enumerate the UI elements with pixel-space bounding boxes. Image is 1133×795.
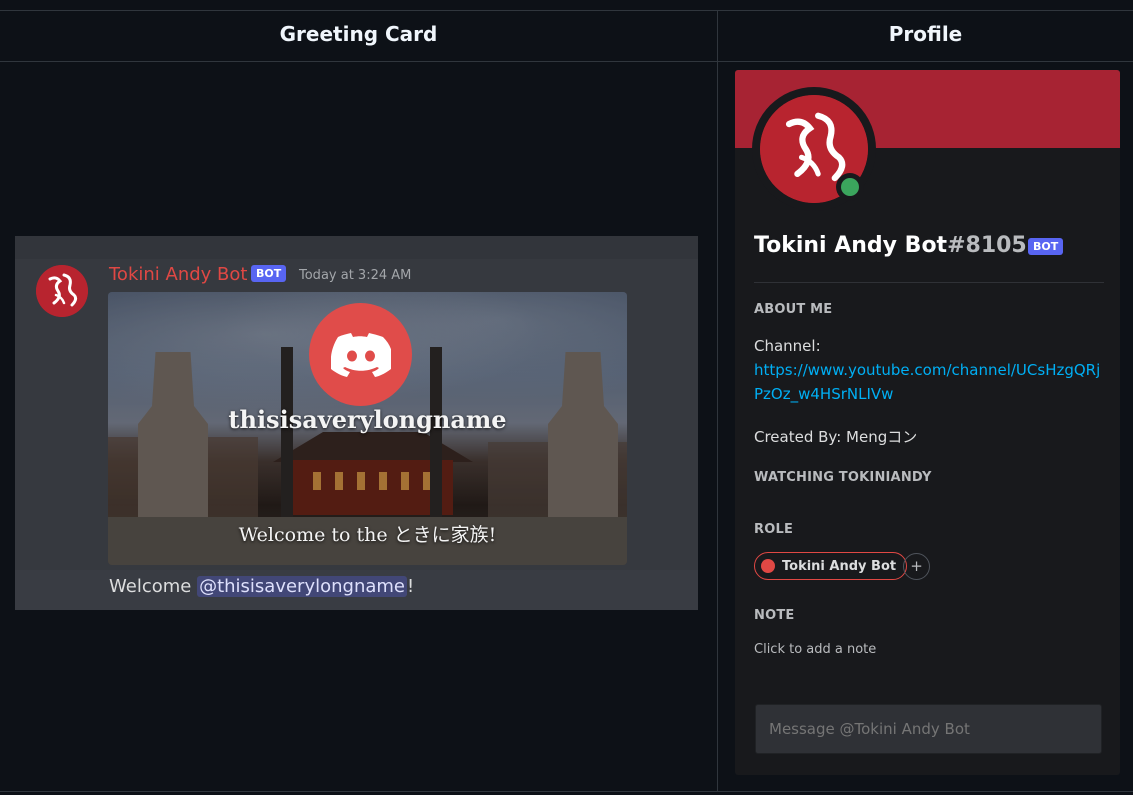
message-input[interactable]	[755, 704, 1102, 754]
profile-username: Tokini Andy Bot#8105	[754, 233, 1027, 258]
role-pill[interactable]: Tokini Andy Bot	[754, 552, 908, 580]
message-avatar[interactable]	[36, 265, 88, 317]
message-text-suffix: !	[407, 576, 415, 597]
message-timestamp: Today at 3:24 AM	[299, 268, 412, 283]
activity-title: WATCHING TOKINIANDY	[754, 470, 932, 485]
message-top-band	[15, 236, 698, 259]
table-header-border	[0, 61, 1133, 62]
online-status-icon	[841, 178, 859, 196]
message-author[interactable]: Tokini Andy Bot	[109, 264, 247, 285]
message-text: Welcome @thisisaverylongname!	[109, 576, 414, 597]
table-column-divider	[717, 10, 718, 791]
message-text-prefix: Welcome	[109, 576, 198, 597]
channel-link[interactable]: https://www.youtube.com/channel/UCsHzgQR…	[754, 358, 1104, 406]
chat-message: Tokini Andy Bot BOT Today at 3:24 AM thi…	[15, 236, 698, 610]
profile-discriminator: #8105	[947, 233, 1027, 258]
profile-divider	[754, 282, 1104, 283]
tokini-andy-logo-icon	[36, 265, 88, 317]
table-bottom-border	[0, 791, 1133, 792]
column-header-profile: Profile	[888, 22, 963, 46]
role-title: ROLE	[754, 522, 794, 537]
note-field[interactable]: Click to add a note	[754, 642, 876, 657]
role-name: Tokini Andy Bot	[782, 558, 897, 574]
user-mention[interactable]: @thisisaverylongname	[197, 576, 407, 597]
profile-bot-badge: BOT	[1028, 238, 1064, 255]
role-color-icon	[761, 559, 775, 573]
created-by-text: Created By: Mengコン	[754, 428, 918, 446]
card-welcome-text: Welcome to the ときに家族!	[238, 524, 497, 546]
about-me-title: ABOUT ME	[754, 302, 833, 317]
table-top-border	[0, 10, 1133, 11]
about-channel-label: Channel:	[754, 337, 821, 355]
bot-badge: BOT	[251, 265, 287, 282]
discord-logo-icon	[309, 303, 412, 406]
note-title: NOTE	[754, 608, 795, 623]
greeting-card-image[interactable]: thisisaverylongname Welcome to the ときに家族…	[108, 292, 627, 565]
profile-name-text: Tokini Andy Bot	[754, 233, 948, 258]
card-username: thisisaverylongname	[228, 405, 507, 434]
column-header-greeting-card: Greeting Card	[279, 22, 438, 46]
user-profile-popout: Tokini Andy Bot#8105 BOT ABOUT ME Channe…	[735, 70, 1120, 775]
add-role-plus-icon[interactable]: +	[903, 553, 930, 580]
about-me-body: Channel: https://www.youtube.com/channel…	[754, 334, 1104, 406]
